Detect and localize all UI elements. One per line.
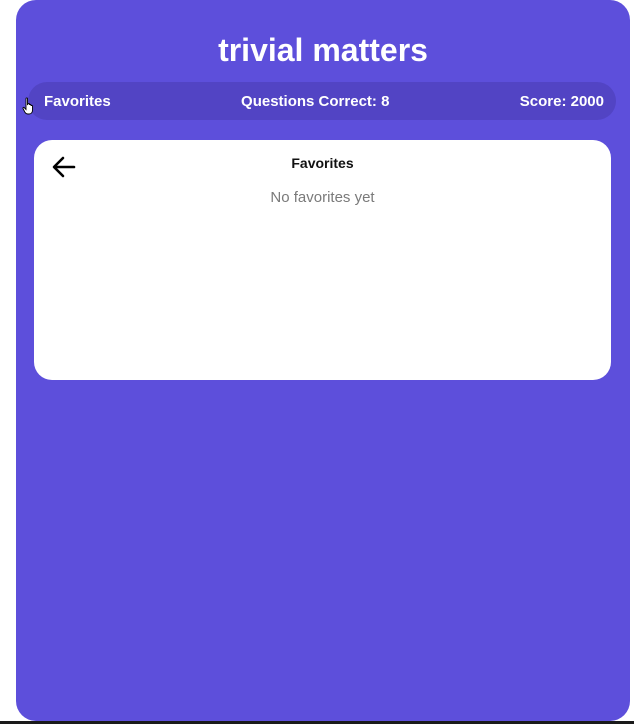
app-title: trivial matters (218, 32, 428, 68)
favorites-link[interactable]: Favorites (44, 93, 111, 110)
favorites-title: Favorites (291, 155, 354, 171)
empty-favorites-message: No favorites yet (270, 189, 375, 206)
app-container: trivial matters Favorites Questions Corr… (16, 0, 630, 721)
stats-bar: Favorites Questions Correct: 8 Score: 20… (28, 82, 616, 120)
hand-pointer-icon (22, 97, 33, 115)
score-display: Score: 2000 (519, 92, 604, 110)
favorites-panel: Favorites No favorites yet (34, 140, 611, 380)
questions-correct-counter: Questions Correct: 8 (241, 92, 390, 110)
